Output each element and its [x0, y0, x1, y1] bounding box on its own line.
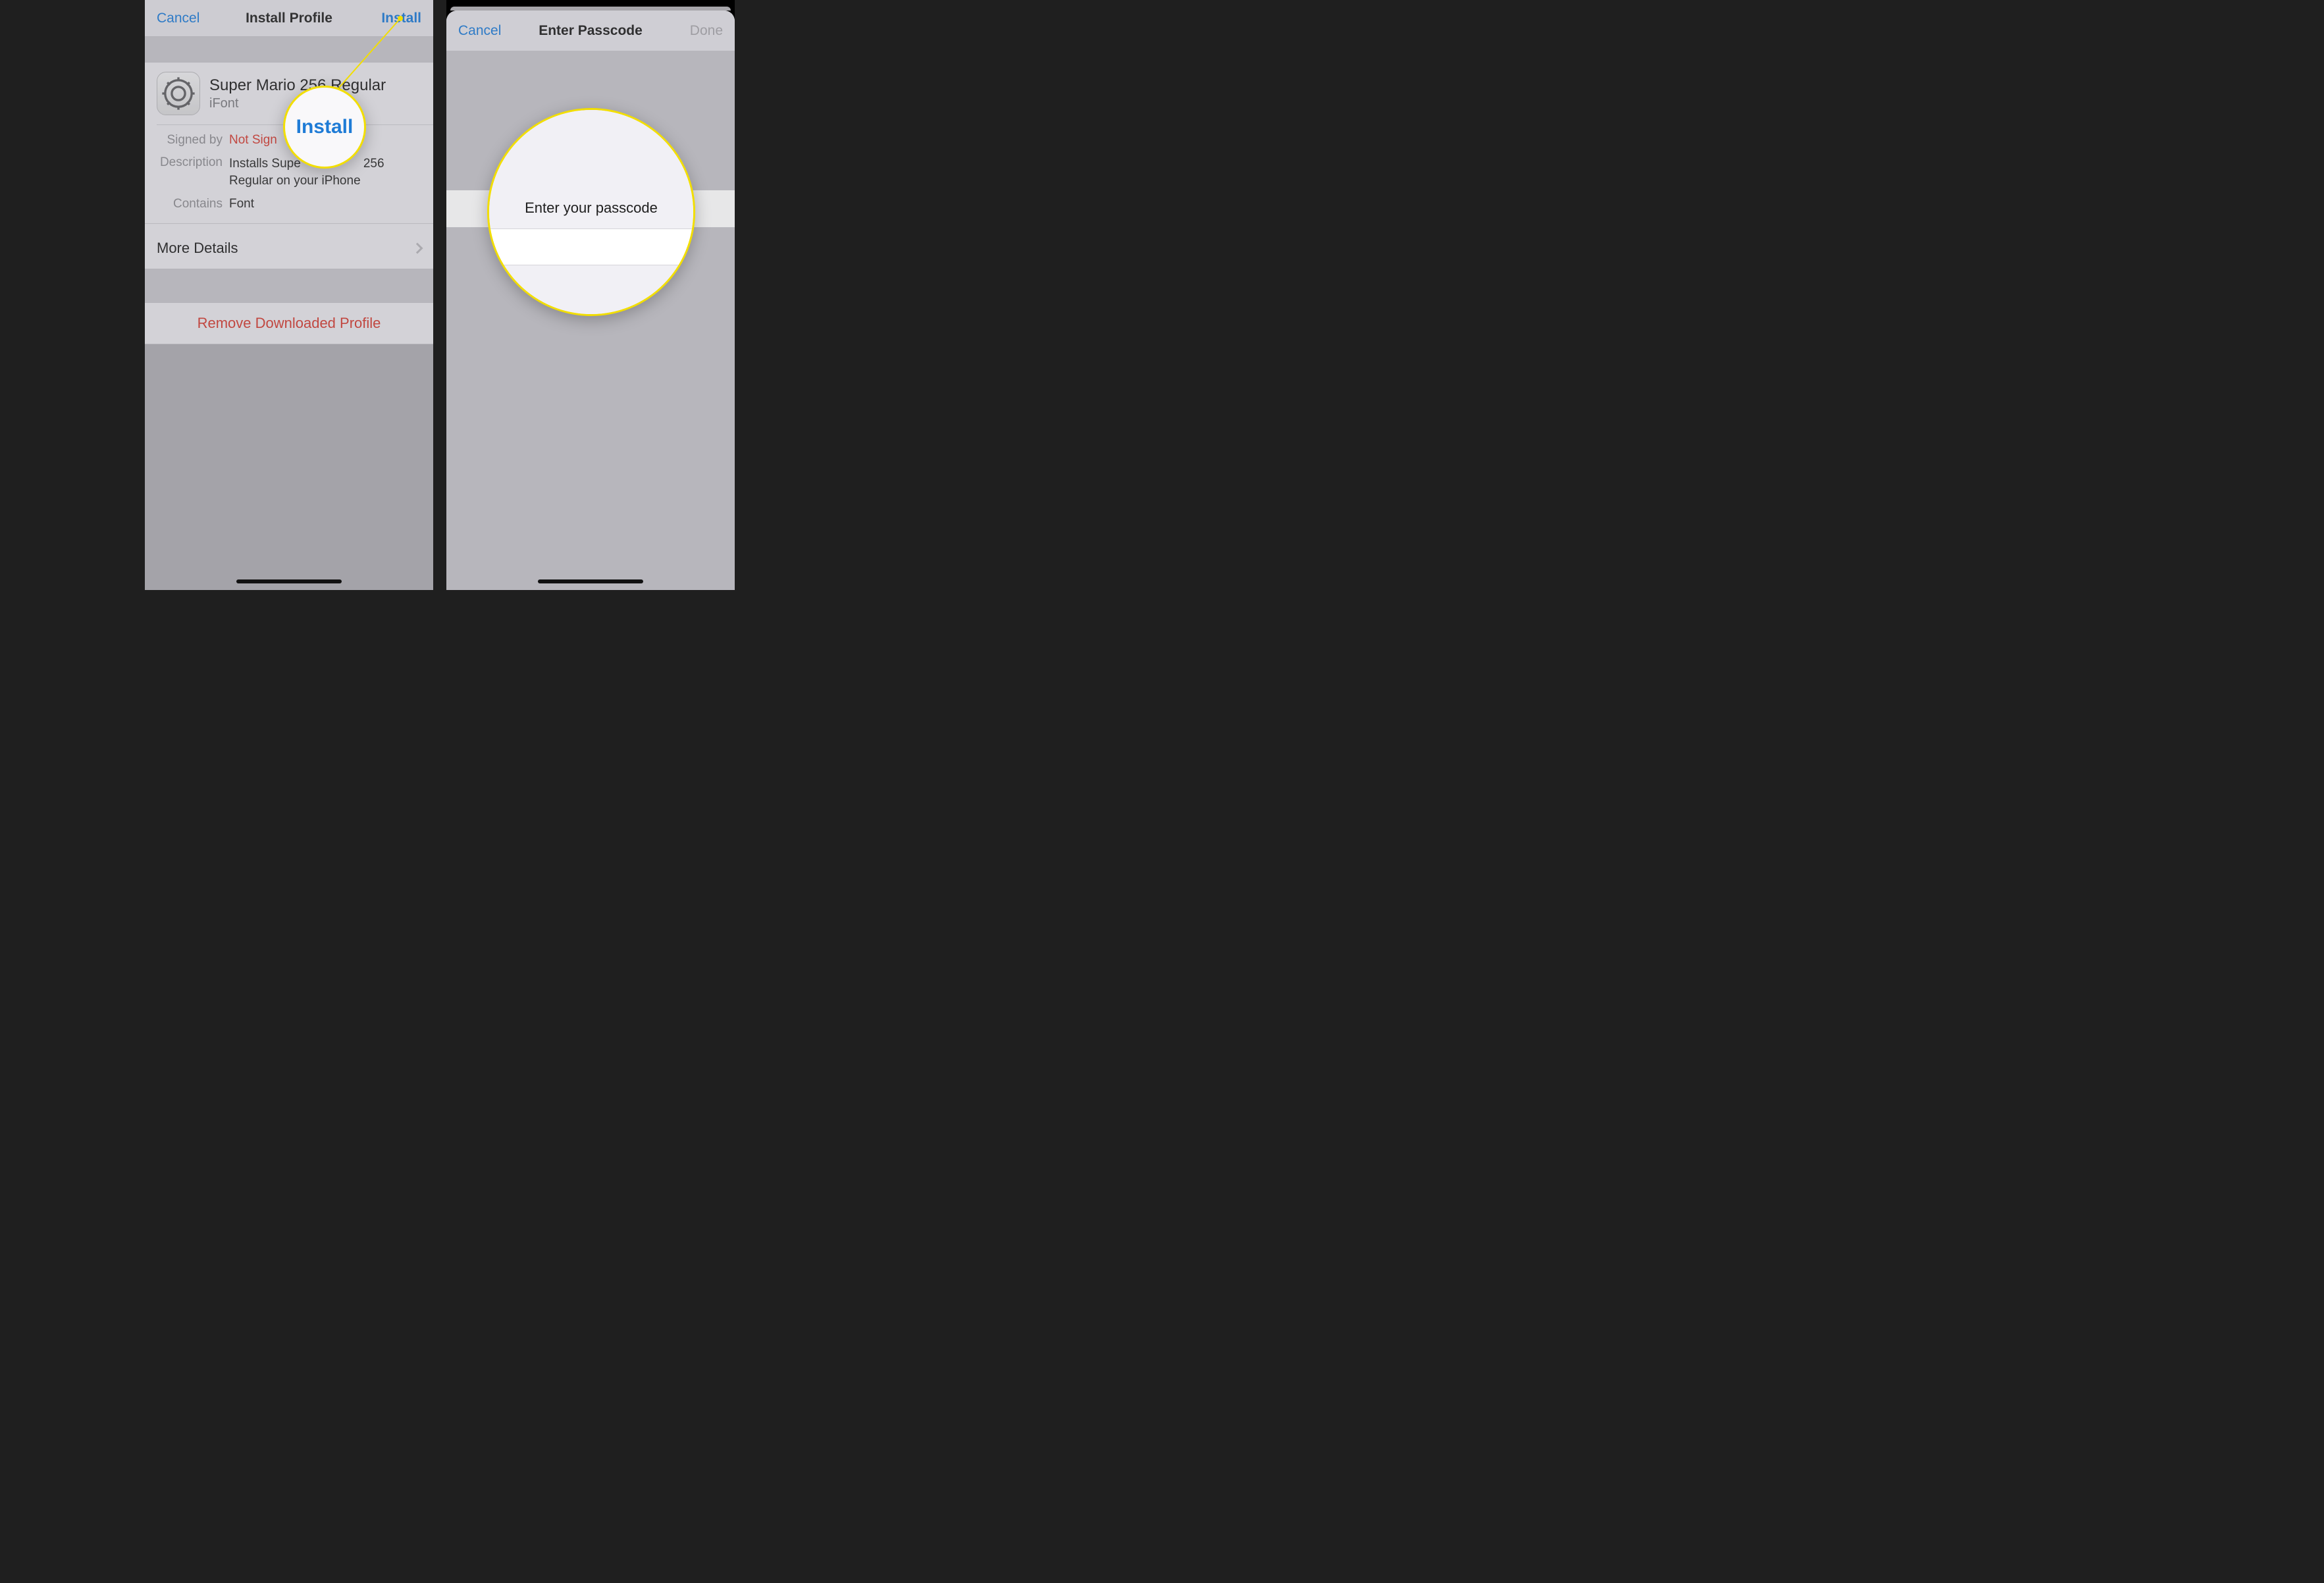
profile-card: Super Mario 256 Regular iFont Signed by … [145, 62, 433, 269]
install-profile-title: Install Profile [246, 11, 332, 26]
install-callout-highlight: Install [283, 86, 366, 169]
description-label: Description [157, 155, 229, 189]
passcode-callout-highlight: Enter your passcode [487, 108, 695, 316]
chevron-right-icon [412, 243, 423, 254]
install-navbar: Cancel Install Profile Install [145, 0, 433, 37]
install-callout-label: Install [296, 116, 354, 138]
home-indicator[interactable] [236, 579, 342, 583]
passcode-callout-prompt: Enter your passcode [525, 200, 658, 217]
contains-label: Contains [157, 197, 229, 211]
contains-row: Contains Font [145, 193, 433, 219]
more-details-button[interactable]: More Details [145, 228, 433, 269]
section-spacer [145, 37, 433, 62]
install-button[interactable]: Install [369, 0, 433, 37]
signed-by-label: Signed by [157, 133, 229, 148]
contains-value: Font [229, 197, 421, 211]
settings-gear-icon [157, 72, 200, 115]
more-details-label: More Details [157, 240, 238, 257]
passcode-done-button[interactable]: Done [678, 11, 735, 51]
phone-install-profile: Cancel Install Profile Install [145, 0, 433, 590]
description-row: Description Installs Supe 256 Regular on… [145, 151, 433, 193]
cancel-button[interactable]: Cancel [145, 0, 211, 37]
section-spacer [145, 269, 433, 302]
passcode-callout-field [489, 228, 693, 265]
remove-profile-button[interactable]: Remove Downloaded Profile [145, 302, 433, 344]
home-indicator[interactable] [538, 579, 643, 583]
profile-name: Super Mario 256 Regular [209, 76, 386, 95]
passcode-title: Enter Passcode [539, 23, 643, 39]
passcode-navbar: Cancel Enter Passcode Done [446, 11, 735, 51]
passcode-cancel-button[interactable]: Cancel [446, 11, 513, 51]
